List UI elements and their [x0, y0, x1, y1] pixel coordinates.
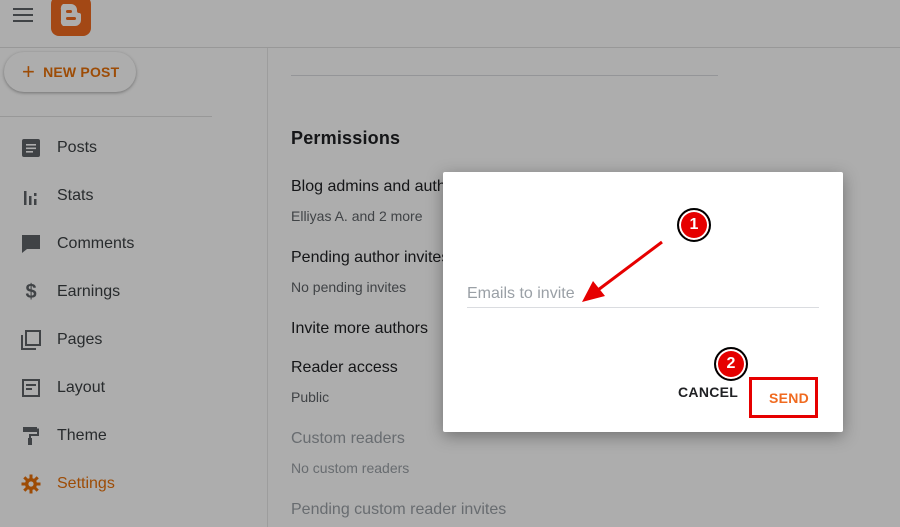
invite-authors-dialog: CANCEL SEND [443, 172, 843, 432]
cancel-button[interactable]: CANCEL [678, 384, 738, 400]
emails-to-invite-input[interactable] [467, 280, 819, 308]
send-button[interactable]: SEND [769, 390, 809, 406]
step-2-badge: 2 [714, 347, 748, 381]
step-1-badge: 1 [677, 208, 711, 242]
